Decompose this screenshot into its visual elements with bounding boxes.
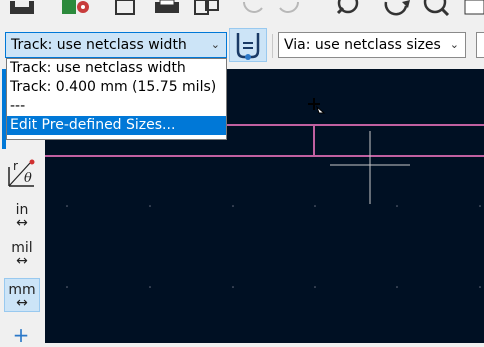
- move-cursor-icon: [306, 96, 326, 116]
- polar-coordinates-toggle[interactable]: r θ: [4, 157, 42, 191]
- double-arrow-icon: ↔: [16, 253, 28, 269]
- grid-dots: [66, 205, 481, 288]
- svg-text:r: r: [13, 159, 18, 173]
- print-icon[interactable]: [152, 0, 182, 16]
- board-setup-icon[interactable]: [60, 0, 92, 16]
- plot-icon[interactable]: [192, 0, 222, 16]
- page-setup-icon[interactable]: [112, 0, 138, 16]
- save-icon[interactable]: [8, 0, 36, 14]
- toolbar-separator: [272, 34, 273, 58]
- plus-icon: +: [12, 323, 30, 347]
- chevron-down-icon: ⌄: [449, 38, 459, 51]
- units-inches-button[interactable]: in ↔: [4, 203, 40, 237]
- zoom-in-icon[interactable]: [418, 0, 450, 17]
- via-size-value: Via: use netclass sizes: [284, 37, 441, 53]
- grid-select[interactable]: [476, 32, 484, 58]
- refresh-icon[interactable]: [380, 0, 412, 16]
- double-arrow-icon: ↔: [16, 295, 28, 311]
- units-mils-button[interactable]: mil ↔: [4, 241, 40, 275]
- zoom-out-icon[interactable]: [462, 0, 484, 16]
- via-size-select[interactable]: Via: use netclass sizes ⌄: [278, 32, 466, 58]
- undo-icon[interactable]: [240, 0, 266, 16]
- track-width-option[interactable]: Track: 0.400 mm (15.75 mils): [7, 78, 226, 97]
- track-width-separator: ---: [10, 98, 26, 114]
- track-width-value: Track: use netclass width: [11, 37, 187, 53]
- edit-predefined-sizes-option[interactable]: Edit Pre-defined Sizes...: [7, 116, 226, 135]
- track-width-dropdown-list: Track: use netclass width Track: 0.400 m…: [6, 58, 227, 140]
- redo-icon[interactable]: [276, 0, 302, 16]
- find-icon[interactable]: [330, 0, 366, 16]
- chevron-down-icon: ⌄: [210, 38, 220, 51]
- svg-text:θ: θ: [24, 171, 32, 186]
- auto-track-width-button[interactable]: [229, 28, 267, 62]
- r-theta-icon: r θ: [8, 159, 35, 187]
- track-width-option[interactable]: Track: use netclass width: [7, 59, 226, 78]
- auto-width-icon: [236, 33, 260, 60]
- crosshair-cursor: [330, 131, 410, 204]
- double-arrow-icon: ↔: [16, 215, 28, 231]
- full-crosshair-button[interactable]: +: [10, 325, 32, 345]
- units-mm-button[interactable]: mm ↔: [4, 278, 40, 312]
- track-width-select[interactable]: Track: use netclass width ⌄: [5, 32, 227, 58]
